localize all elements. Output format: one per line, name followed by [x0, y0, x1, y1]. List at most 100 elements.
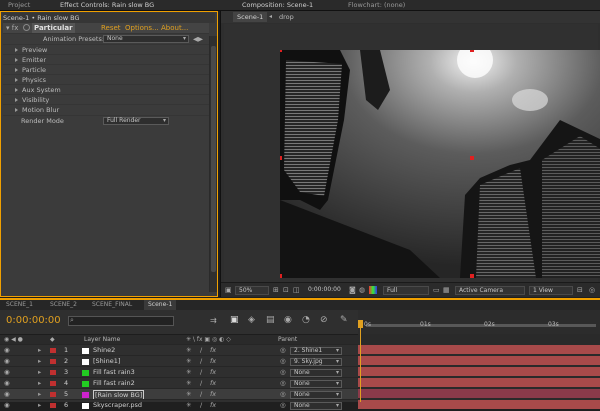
expand-triangle-icon[interactable] — [15, 108, 18, 112]
region-of-interest-icon[interactable]: ▭ — [433, 286, 440, 294]
layer-duration-bar[interactable] — [358, 367, 600, 376]
fx-toggle-icon[interactable]: ▾ fx — [6, 23, 18, 33]
animation-presets-dropdown[interactable]: None — [103, 35, 189, 43]
effect-group-aux-system[interactable]: Aux System — [3, 84, 209, 94]
always-preview-icon[interactable]: ▣ — [225, 286, 232, 294]
hide-shy-layers-icon[interactable]: ◈ — [248, 315, 255, 325]
transparency-grid-icon[interactable]: ▦ — [443, 286, 450, 294]
comp-mini-flowchart-icon[interactable]: ⇉ — [210, 316, 217, 325]
timeline-timecode[interactable]: 0:00:00:00 — [6, 315, 61, 326]
auto-keyframe-icon[interactable]: ✎ — [340, 315, 348, 325]
parent-dropdown[interactable]: 2. Shine1 — [290, 347, 342, 355]
playhead-line[interactable] — [360, 328, 361, 402]
camera-dropdown[interactable]: Active Camera — [455, 286, 525, 295]
layer-duration-bar[interactable] — [358, 356, 600, 365]
composition-scene-tab[interactable]: Scene-1 — [233, 12, 268, 22]
bounding-handle[interactable] — [280, 156, 282, 160]
tab-flowchart[interactable]: Flowchart: (none) — [344, 0, 409, 11]
label-color-swatch[interactable] — [50, 348, 56, 353]
mask-icon[interactable]: ◫ — [293, 286, 300, 294]
quality-switch-icon[interactable]: / — [200, 400, 202, 411]
collapse-switch-icon[interactable]: ✳ — [186, 400, 191, 411]
tab-composition[interactable]: Composition: Scene-1 — [238, 0, 317, 11]
expand-triangle-icon[interactable] — [15, 98, 18, 102]
expand-triangle-icon[interactable] — [15, 88, 18, 92]
expand-triangle-icon[interactable]: ▸ — [38, 400, 41, 411]
layer-row[interactable]: ◉ ▸ 6 Skyscraper.psd ✳ / fx ◎ None — [0, 399, 358, 410]
expand-triangle-icon[interactable] — [15, 58, 18, 62]
layer-row[interactable]: ◉ ▸ 3 Fill fast rain3 ✳ / fx ◎ None — [0, 366, 358, 377]
layer-row[interactable]: ◉ ▸ 5 [Rain slow BG] ✳ / fx ◎ None — [0, 388, 358, 400]
fx-switch-icon[interactable]: fx — [210, 400, 216, 411]
layer-duration-bar[interactable] — [358, 389, 600, 398]
effect-group-preview[interactable]: Preview — [3, 44, 209, 54]
layer-row[interactable]: ◉ ▸ 4 Fill fast rain2 ✳ / fx ◎ None — [0, 377, 358, 388]
layer-duration-bar[interactable] — [358, 400, 600, 409]
motion-blur-icon[interactable]: ◉ — [284, 315, 292, 325]
brainstorm-icon[interactable]: ◔ — [302, 315, 310, 325]
view-layout-dropdown[interactable]: 1 View — [529, 286, 573, 295]
bounding-handle[interactable] — [280, 50, 282, 52]
expand-triangle-icon[interactable] — [15, 78, 18, 82]
layer-duration-bar[interactable] — [358, 378, 600, 387]
expand-triangle-icon[interactable] — [15, 48, 18, 52]
options-link[interactable]: Options... — [125, 23, 159, 33]
safe-zones-icon[interactable]: ⊞ — [273, 286, 279, 294]
label-color-swatch[interactable] — [50, 403, 56, 408]
effect-group-motion-blur[interactable]: Motion Blur — [3, 104, 209, 114]
draft-3d-icon[interactable]: ▣ — [230, 315, 239, 325]
visibility-eye-icon[interactable]: ◉ — [4, 400, 10, 411]
parent-dropdown[interactable]: None — [290, 402, 342, 410]
time-ruler[interactable]: 0s 01s 02s 03s — [358, 310, 600, 334]
label-color-swatch[interactable] — [50, 359, 56, 364]
about-link[interactable]: About... — [161, 23, 188, 33]
label-color-swatch[interactable] — [50, 392, 56, 397]
show-snapshot-icon[interactable]: ◍ — [359, 286, 365, 294]
fast-previews-icon[interactable]: ◎ — [589, 286, 595, 294]
resolution-dropdown[interactable]: Full — [383, 286, 429, 295]
layer-search-input[interactable] — [68, 316, 174, 326]
effect-group-physics[interactable]: Physics — [3, 74, 209, 84]
parent-dropdown[interactable]: None — [290, 369, 342, 377]
graph-editor-icon[interactable]: ⊘ — [320, 315, 328, 325]
bounding-handle[interactable] — [470, 156, 474, 160]
tab-scene-final[interactable]: SCENE_FINAL — [88, 300, 136, 310]
tab-scene-1-active[interactable]: Scene-1 — [144, 300, 177, 310]
effect-group-particle[interactable]: Particle — [3, 64, 209, 74]
tab-scene-2[interactable]: SCENE_2 — [46, 300, 81, 310]
render-mode-dropdown[interactable]: Full Render — [103, 117, 169, 125]
effect-name[interactable]: Particular — [32, 23, 75, 33]
playhead-handle[interactable] — [358, 320, 363, 328]
frame-blending-icon[interactable]: ▤ — [266, 315, 275, 325]
pickwhip-icon[interactable]: ◎ — [280, 400, 286, 411]
timecode-display[interactable]: 0:00:00:00 — [305, 286, 347, 295]
expand-triangle-icon[interactable] — [15, 68, 18, 72]
label-color-swatch[interactable] — [50, 370, 56, 375]
bounding-handle[interactable] — [280, 274, 282, 278]
effect-settings-icon[interactable] — [23, 24, 30, 31]
parent-dropdown[interactable]: None — [290, 380, 342, 388]
layer-duration-bar[interactable] — [358, 345, 600, 354]
tab-effect-controls[interactable]: Effect Controls: Rain slow BG — [56, 0, 158, 11]
label-color-swatch[interactable] — [50, 381, 56, 386]
tab-project[interactable]: Project — [4, 0, 34, 11]
channel-icon[interactable] — [369, 286, 377, 294]
effect-group-visibility[interactable]: Visibility — [3, 94, 209, 104]
zoom-dropdown[interactable]: 50% — [235, 286, 269, 295]
work-area-bar[interactable] — [366, 324, 596, 327]
parent-dropdown[interactable]: 9. Sky.jpg — [290, 358, 342, 366]
snapshot-icon[interactable]: ◙ — [349, 286, 356, 294]
effect-controls-scrollbar[interactable] — [209, 36, 217, 292]
effect-group-emitter[interactable]: Emitter — [3, 54, 209, 64]
layer-name[interactable]: Skyscraper.psd — [93, 400, 142, 411]
bounding-handle[interactable] — [470, 50, 474, 52]
nav-arrow-icon[interactable]: ◂ — [269, 12, 272, 22]
tab-scene-1[interactable]: SCENE_1 — [2, 300, 37, 310]
parent-dropdown[interactable]: None — [290, 391, 342, 399]
toggle-pixel-icon[interactable]: ⊟ — [577, 286, 583, 294]
composition-viewer[interactable] — [224, 24, 600, 284]
layer-row[interactable]: ◉ ▸ 2 [Shine1] ✳ / fx ◎ 9. Sky.jpg — [0, 355, 358, 366]
layer-row[interactable]: ◉ ▸ 1 Shine2 ✳ / fx ◎ 2. Shine1 — [0, 344, 358, 355]
grid-icon[interactable]: ⊡ — [283, 286, 289, 294]
bounding-handle[interactable] — [470, 274, 474, 278]
